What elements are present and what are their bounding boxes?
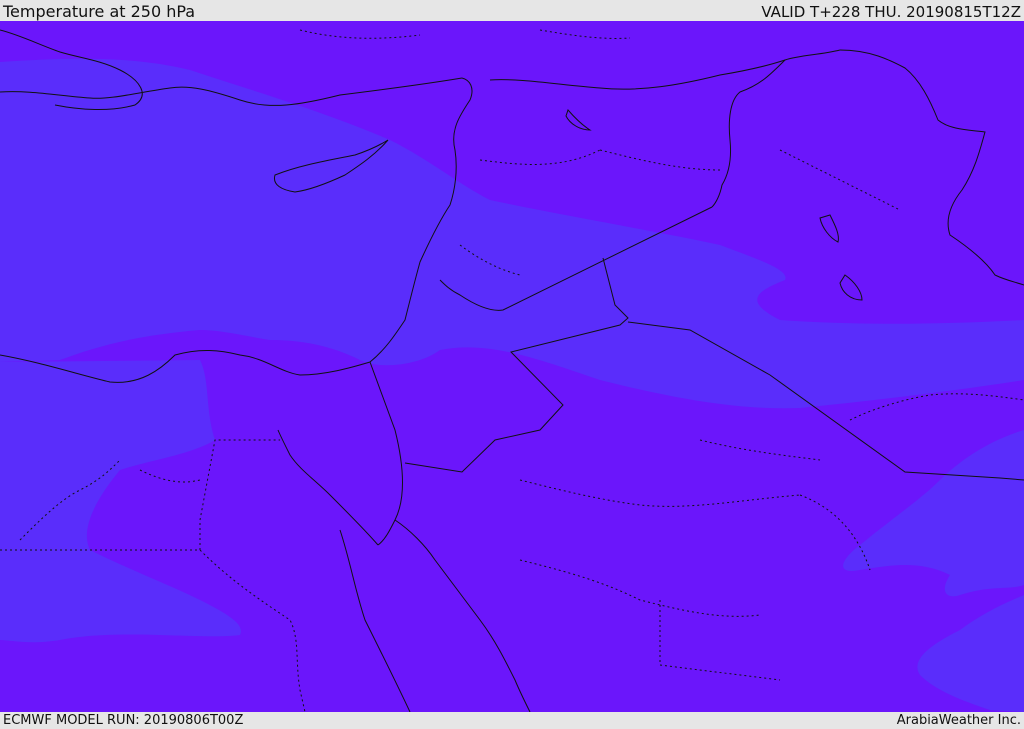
valid-time: VALID T+228 THU. 20190815T12Z bbox=[761, 3, 1021, 21]
temperature-map bbox=[0, 21, 1024, 712]
footer-bar: ECMWF MODEL RUN: 20190806T00Z ArabiaWeat… bbox=[0, 712, 1024, 729]
header-bar: Temperature at 250 hPa VALID T+228 THU. … bbox=[0, 0, 1024, 21]
model-run: ECMWF MODEL RUN: 20190806T00Z bbox=[3, 713, 244, 728]
credit-text: ArabiaWeather Inc. bbox=[896, 713, 1021, 728]
map-title: Temperature at 250 hPa bbox=[3, 2, 196, 21]
